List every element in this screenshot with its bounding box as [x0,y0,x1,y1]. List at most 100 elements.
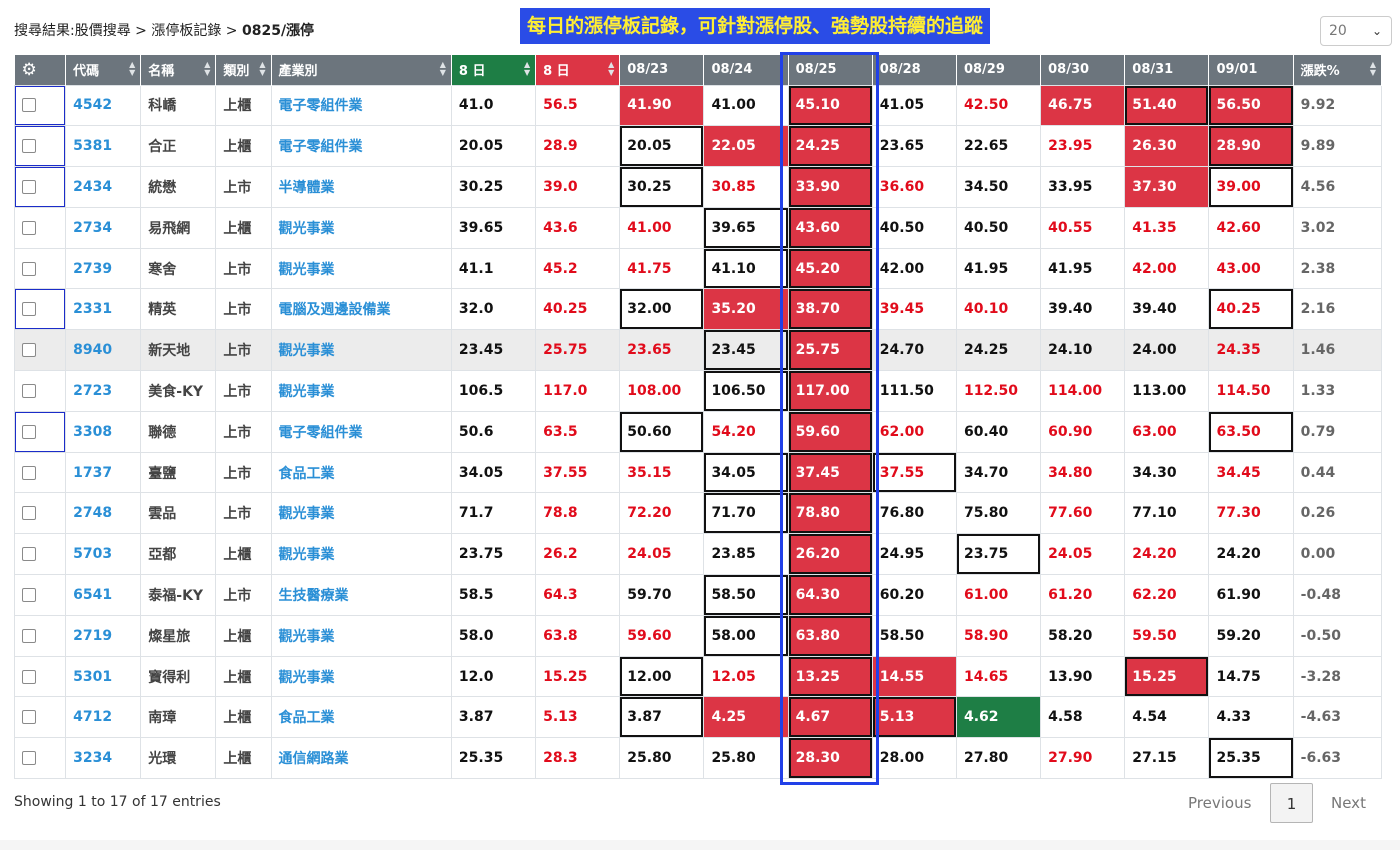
row-checkbox[interactable] [22,98,36,113]
stock-code-link[interactable]: 2331 [65,288,142,331]
row-select-cell[interactable] [13,206,67,249]
row-select-cell[interactable] [13,737,67,780]
column-header-8day-low[interactable]: 8 日 ▲ ▼ [451,55,537,85]
row-checkbox[interactable] [22,710,36,725]
daily-price-cell: 61.00 [955,574,1042,616]
row-select-cell[interactable] [13,288,67,331]
column-header-market[interactable]: 類別 ▲ ▼ [215,55,272,85]
row-select-cell[interactable] [13,492,67,535]
row-select-cell[interactable] [13,84,67,127]
row-checkbox[interactable] [22,179,36,194]
row-select-cell[interactable] [13,451,67,494]
row-select-cell[interactable] [13,574,67,616]
eight-day-low: 23.75 [450,533,537,576]
change-percent: 9.89 [1292,125,1383,168]
page-number-button[interactable]: 1 [1270,783,1313,823]
row-select-cell[interactable] [13,125,67,168]
industry-link[interactable]: 觀光事業 [270,655,452,698]
industry-link[interactable]: 電子零組件業 [270,410,452,453]
industry-link[interactable]: 觀光事業 [270,206,452,249]
next-page-button[interactable]: Next [1331,783,1366,823]
industry-link[interactable]: 觀光事業 [270,492,452,535]
industry-link[interactable]: 通信網路業 [270,737,452,780]
industry-link[interactable]: 觀光事業 [270,533,452,576]
stock-code-link[interactable]: 4712 [65,696,142,739]
page-size-value: 20 [1329,23,1347,39]
column-header-date[interactable]: 08/23 [619,55,705,85]
industry-link[interactable]: 半導體業 [270,166,452,208]
stock-code-link[interactable]: 2739 [65,247,142,290]
row-checkbox[interactable] [22,261,36,276]
column-header-date[interactable]: 08/25 [788,55,873,85]
table-row: 3234 光環 上櫃 通信網路業 25.35 28.3 25.80 25.80 28.30 28.… [13,737,1383,780]
stock-code-link[interactable]: 2434 [65,166,142,208]
previous-page-button[interactable]: Previous [1188,783,1251,823]
page: 搜尋結果:股價搜尋 > 漲停板記錄 > 0825/漲停 每日的漲停板記錄，可針對… [0,0,1400,840]
row-checkbox[interactable] [22,669,36,684]
industry-link[interactable]: 食品工業 [270,451,452,494]
column-header-8day-high[interactable]: 8 日 ▲ ▼ [535,55,621,85]
column-header-name[interactable]: 名稱 ▲ ▼ [140,55,217,85]
row-select-cell[interactable] [13,696,67,739]
industry-link[interactable]: 生技醫療業 [270,574,452,616]
row-select-cell[interactable] [13,410,67,453]
row-select-cell[interactable] [13,655,67,698]
stock-code-link[interactable]: 1737 [65,451,142,494]
industry-link[interactable]: 電腦及週邊設備業 [270,288,452,331]
row-select-cell[interactable] [13,370,67,412]
row-checkbox[interactable] [22,220,36,235]
industry-link[interactable]: 食品工業 [270,696,452,739]
row-checkbox[interactable] [22,424,36,439]
row-checkbox[interactable] [22,587,36,602]
column-header-change-pct[interactable]: 漲跌% ▲ ▼ [1293,55,1383,85]
industry-link[interactable]: 觀光事業 [270,614,452,657]
stock-code-link[interactable]: 4542 [65,84,142,127]
stock-code-link[interactable]: 2723 [65,370,142,412]
row-select-cell[interactable] [13,247,67,290]
column-header-date[interactable]: 08/30 [1040,55,1126,85]
industry-link[interactable]: 觀光事業 [270,329,452,372]
column-header-date[interactable]: 08/29 [956,55,1042,85]
column-settings[interactable]: ⚙ [14,55,67,85]
row-checkbox[interactable] [22,506,36,521]
row-select-cell[interactable] [13,614,67,657]
row-checkbox[interactable] [22,139,36,154]
row-checkbox[interactable] [22,383,36,398]
column-header-code[interactable]: 代碼 ▲ ▼ [65,55,142,85]
stock-code-link[interactable]: 6541 [65,574,142,616]
row-checkbox[interactable] [22,628,36,643]
row-select-cell[interactable] [13,329,67,372]
column-header-date[interactable]: 09/01 [1208,55,1294,85]
breadcrumb-path[interactable]: 搜尋結果:股價搜尋 > 漲停板記錄 > [14,23,242,39]
column-header-date[interactable]: 08/31 [1124,55,1210,85]
daily-price-cell: 59.70 [619,574,705,616]
stock-code-link[interactable]: 5381 [65,125,142,168]
column-header-date[interactable]: 08/24 [703,55,789,85]
industry-link[interactable]: 觀光事業 [270,247,452,290]
stock-code-link[interactable]: 5301 [65,655,142,698]
stock-code-link[interactable]: 2719 [65,614,142,657]
stock-code-link[interactable]: 8940 [65,329,142,372]
stock-code-link[interactable]: 3308 [65,410,142,453]
industry-link[interactable]: 電子零組件業 [270,84,452,127]
row-select-cell[interactable] [13,533,67,576]
row-checkbox[interactable] [22,465,36,480]
stock-code-link[interactable]: 5703 [65,533,142,576]
stock-code-link[interactable]: 3234 [65,737,142,780]
column-header-industry[interactable]: 產業別 ▲ ▼ [271,55,452,85]
eight-day-high: 63.8 [535,614,621,657]
daily-price-cell: 61.90 [1208,574,1294,616]
stock-code-link[interactable]: 2748 [65,492,142,535]
stock-code-link[interactable]: 2734 [65,206,142,249]
page-size-select[interactable]: 20 ⌄ [1320,16,1392,46]
row-checkbox[interactable] [22,302,36,317]
row-select-cell[interactable] [13,166,67,208]
row-checkbox[interactable] [22,751,36,766]
row-checkbox[interactable] [22,547,36,562]
row-checkbox[interactable] [22,343,36,358]
gear-icon[interactable]: ⚙ [22,60,37,80]
column-header-date[interactable]: 08/28 [872,55,957,85]
daily-price-cell: 58.20 [1040,614,1126,657]
industry-link[interactable]: 觀光事業 [270,370,452,412]
industry-link[interactable]: 電子零組件業 [270,125,452,168]
